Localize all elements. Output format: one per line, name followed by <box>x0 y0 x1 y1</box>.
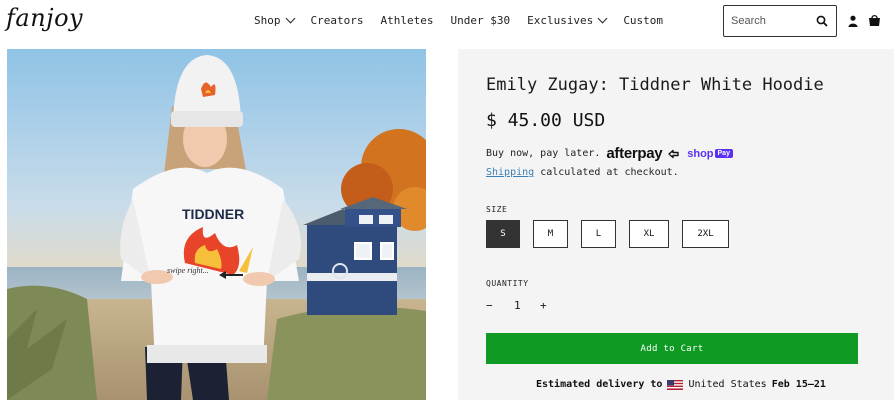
search-icon[interactable] <box>816 15 828 27</box>
add-to-cart-button[interactable]: Add to Cart <box>486 333 858 364</box>
size-selector: S M L XL 2XL <box>486 220 742 248</box>
product-price: $ 45.00 USD <box>486 110 606 131</box>
size-option-xl[interactable]: XL <box>629 220 669 248</box>
nav-item-label: Custom <box>623 14 664 27</box>
product-info-panel: Emily Zugay: Tiddner White Hoodie $ 45.0… <box>458 49 894 400</box>
shipping-link[interactable]: Shipping <box>486 167 534 178</box>
delivery-country: United States <box>688 379 767 390</box>
shoppay-badge: Pay <box>714 149 733 158</box>
nav-item-label: Creators <box>310 14 364 27</box>
hoodie-print-title: TIDDNER <box>182 206 244 222</box>
nav-item-label: Athletes <box>380 14 434 27</box>
hoodie-print-caption: swipe right... <box>167 266 209 275</box>
nav-item-label: Exclusives <box>527 14 594 27</box>
search-box <box>723 5 837 37</box>
quantity-stepper: − 1 + <box>486 299 556 315</box>
product-photo-illustration: TIDDNER swipe right... <box>7 49 426 400</box>
size-option-s[interactable]: S <box>486 220 520 248</box>
search-input[interactable] <box>731 12 811 30</box>
product-title: Emily Zugay: Tiddner White Hoodie <box>486 75 824 95</box>
main-nav: Shop Creators Athletes Under $30 Exclusi… <box>254 13 680 27</box>
quantity-increase-button[interactable]: + <box>540 299 547 312</box>
chevron-down-icon <box>285 13 295 24</box>
shipping-text: calculated at checkout. <box>534 167 679 178</box>
shoppay-label: shop <box>687 147 714 160</box>
nav-item-shop[interactable]: Shop <box>254 13 295 27</box>
quantity-label: QUANTITY <box>486 279 529 288</box>
size-option-l[interactable]: L <box>581 220 616 248</box>
afterpay-loop-icon <box>668 149 679 159</box>
nav-item-label: Under $30 <box>450 14 511 27</box>
quantity-decrease-button[interactable]: − <box>486 299 493 312</box>
size-label: SIZE <box>486 205 508 214</box>
cart-icon[interactable] <box>868 14 881 27</box>
afterpay-logo[interactable]: afterpay <box>606 145 681 162</box>
quantity-value[interactable]: 1 <box>514 299 521 312</box>
bnpl-text: Buy now, pay later. <box>486 148 601 159</box>
nav-item-custom[interactable]: Custom <box>623 14 663 27</box>
size-option-m[interactable]: M <box>533 220 568 248</box>
chevron-down-icon <box>597 13 608 24</box>
product-image[interactable]: TIDDNER swipe right... <box>7 49 426 400</box>
delivery-prefix: Estimated delivery to <box>536 379 663 390</box>
estimated-delivery: Estimated delivery to United States Feb … <box>536 379 826 390</box>
shipping-note: Shipping calculated at checkout. <box>486 167 679 178</box>
nav-item-creators[interactable]: Creators <box>311 14 364 27</box>
bnpl-row: Buy now, pay later. afterpay shop Pay <box>486 145 733 162</box>
nav-item-label: Shop <box>254 14 281 27</box>
shoppay-logo[interactable]: shop Pay <box>687 148 733 160</box>
size-option-2xl[interactable]: 2XL <box>682 220 729 248</box>
brand-logo[interactable]: fanjoy <box>6 4 83 32</box>
nav-item-under-30[interactable]: Under $30 <box>450 14 510 27</box>
afterpay-label: afterpay <box>606 145 663 162</box>
nav-item-athletes[interactable]: Athletes <box>380 14 433 27</box>
delivery-dates: Feb 15–21 <box>771 379 826 390</box>
site-header: fanjoy Shop Creators Athletes Under $30 … <box>0 0 894 46</box>
nav-item-exclusives[interactable]: Exclusives <box>527 13 608 27</box>
us-flag-icon <box>667 379 684 390</box>
user-icon[interactable] <box>848 15 858 27</box>
